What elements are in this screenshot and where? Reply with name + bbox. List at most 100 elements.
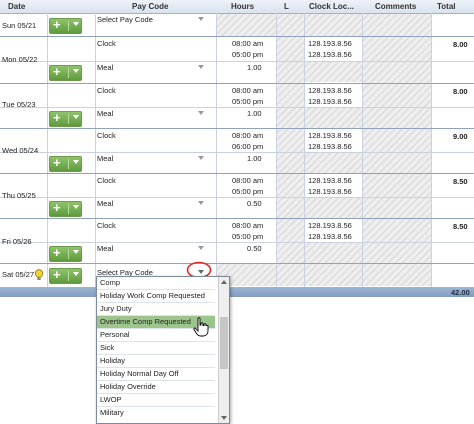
col-divider [304,13,305,287]
meal-hours[interactable]: 1.00 [247,63,262,72]
clock-out-time[interactable]: 06:00 pm [232,142,263,151]
pay-code-select[interactable]: Meal [97,109,113,118]
pay-code-label: Clock [97,86,116,95]
clock-loc-disabled-fri-meal [305,242,362,263]
plus-icon: + [53,267,61,282]
hours-disabled-sun [217,14,276,36]
chevron-down-icon [73,250,79,254]
pay-code-select[interactable]: Meal [97,199,113,208]
add-entry-button[interactable]: + [49,65,82,81]
meal-hours[interactable]: 0.50 [247,199,262,208]
clock-out-time[interactable]: 05:00 pm [232,232,263,241]
pay-code-select[interactable]: Meal [97,154,113,163]
clock-loc-disabled-mon-meal [305,61,362,82]
chevron-down-icon[interactable] [198,156,204,160]
clock-location: 128.193.8.56 [308,131,352,140]
col-divider [362,13,363,287]
scrollbar-thumb[interactable] [220,317,228,369]
add-entry-button[interactable]: + [49,268,82,284]
header-total[interactable]: Total [437,2,456,11]
col-divider [431,13,432,287]
clock-in-time[interactable]: 08:00 am [232,131,263,140]
header-clock-loc[interactable]: Clock Loc... [309,2,354,11]
plus-icon: + [53,110,61,125]
dropdown-option[interactable]: Sick [100,342,214,354]
scroll-down-icon[interactable] [221,416,227,420]
row-divider [0,218,474,219]
clock-loc-disabled-sat [305,264,362,286]
date-label: Mon 05/22 [2,55,38,64]
clock-location: 128.193.8.56 [308,50,352,59]
day-total: 9.00 [453,132,468,141]
dropdown-scrollbar[interactable] [218,277,229,423]
clock-in-time[interactable]: 08:00 am [232,176,263,185]
clock-out-time[interactable]: 05:00 pm [232,187,263,196]
scroll-up-icon[interactable] [221,280,227,284]
clock-location: 128.193.8.56 [308,39,352,48]
add-entry-button[interactable]: + [49,246,82,262]
day-total: 8.00 [453,87,468,96]
dropdown-option[interactable]: Military [100,407,214,419]
chevron-down-icon[interactable] [198,17,204,21]
chevron-down-icon[interactable] [198,111,204,115]
row-divider [0,128,474,129]
meal-hours[interactable]: 1.00 [247,154,262,163]
dropdown-option[interactable]: Jury Duty [100,303,214,315]
dropdown-option[interactable]: Comp [100,277,214,289]
add-entry-button[interactable]: + [49,156,82,172]
chevron-down-icon [73,115,79,119]
pay-code-select[interactable]: Meal [97,244,113,253]
grand-total: 42.00 [451,288,470,297]
chevron-down-icon[interactable] [198,65,204,69]
day-total: 8.50 [453,177,468,186]
dropdown-option[interactable]: Holiday Normal Day Off [100,368,214,380]
col-divider [276,13,277,287]
clock-loc-disabled-tue-meal [305,107,362,128]
chevron-down-icon [73,205,79,209]
row-divider [0,152,474,153]
add-entry-button[interactable]: + [49,18,82,34]
clock-out-time[interactable]: 05:00 pm [232,50,263,59]
date-label: Sun 05/21 [2,21,37,30]
l-column-disabled [277,14,304,286]
pay-code-label: Clock [97,39,116,48]
clock-in-time[interactable]: 08:00 am [232,221,263,230]
dropdown-option[interactable]: Holiday Override [100,381,214,393]
hand-cursor-icon [193,317,209,337]
plus-icon: + [53,245,61,260]
header-comments[interactable]: Comments [375,2,416,11]
header-hours[interactable]: Hours [231,2,254,11]
clock-in-time[interactable]: 08:00 am [232,39,263,48]
meal-hours[interactable]: 1.00 [247,109,262,118]
clock-location: 128.193.8.56 [308,142,352,151]
pay-code-select[interactable]: Meal [97,63,113,72]
chevron-down-icon[interactable] [198,201,204,205]
date-label: Thu 05/25 [2,191,36,200]
clock-in-time[interactable]: 08:00 am [232,86,263,95]
meal-hours[interactable]: 0.50 [247,244,262,253]
dropdown-option[interactable]: Holiday Work Comp Requested [100,290,214,302]
clock-location: 128.193.8.56 [308,86,352,95]
lightbulb-icon[interactable] [34,269,44,281]
row-divider [0,107,474,108]
header-l[interactable]: L [284,2,289,11]
dropdown-option[interactable]: LWOP [100,394,214,406]
clock-location: 128.193.8.56 [308,221,352,230]
clock-out-time[interactable]: 05:00 pm [232,97,263,106]
add-entry-button[interactable]: + [49,111,82,127]
header-pay-code[interactable]: Pay Code [132,2,168,11]
pay-code-dropdown[interactable]: Comp Holiday Work Comp Requested Jury Du… [96,276,230,424]
header-date[interactable]: Date [8,2,25,11]
add-entry-button[interactable]: + [49,201,82,217]
pay-code-label: Clock [97,176,116,185]
row-divider [0,61,474,62]
date-label: Wed 05/24 [2,146,39,155]
dropdown-option[interactable]: Holiday [100,355,214,367]
chevron-down-icon [73,160,79,164]
clock-location: 128.193.8.56 [308,187,352,196]
pay-code-select[interactable]: Select Pay Code [97,15,153,24]
col-divider [47,13,48,287]
date-label: Sat 05/27 [2,270,35,279]
comments-column-disabled [363,14,431,286]
chevron-down-icon[interactable] [198,246,204,250]
